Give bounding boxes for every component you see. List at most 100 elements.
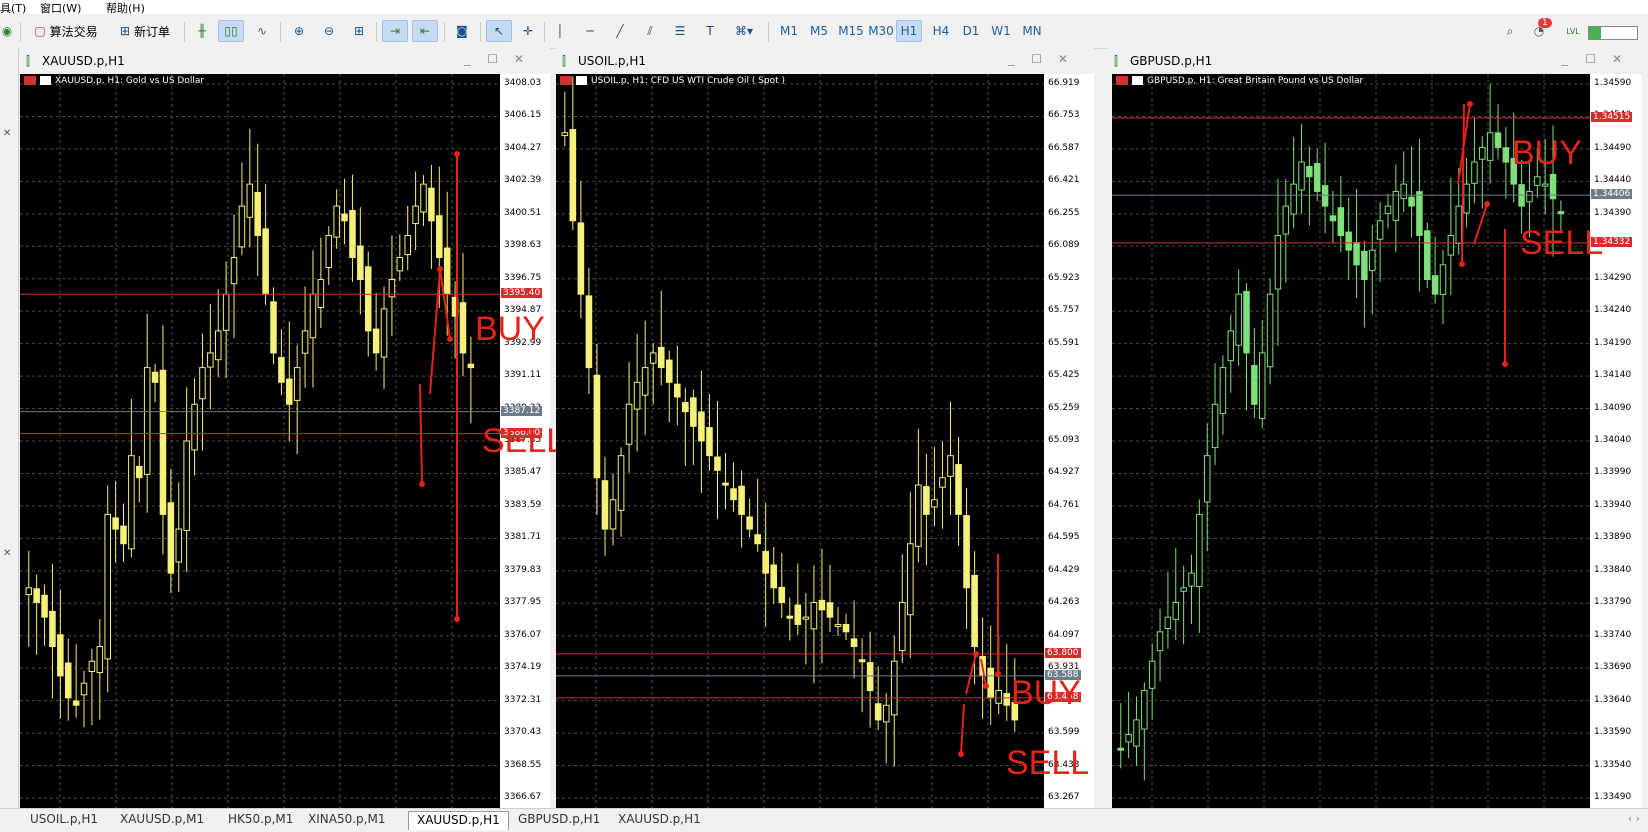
candle-body[interactable] xyxy=(923,486,930,515)
candle-body[interactable] xyxy=(412,205,419,225)
candle-body[interactable] xyxy=(585,295,593,369)
chart-tab[interactable]: USOIL.p,H1 xyxy=(22,811,106,830)
candle-body[interactable] xyxy=(364,266,372,332)
candle-body[interactable] xyxy=(802,616,810,620)
candle-body[interactable] xyxy=(41,594,48,618)
candle-body[interactable] xyxy=(262,228,269,295)
candles-svg[interactable] xyxy=(556,74,1044,808)
candle-body[interactable] xyxy=(1353,242,1360,266)
candle-body[interactable] xyxy=(746,516,753,530)
candle-body[interactable] xyxy=(649,352,657,364)
candle-body[interactable] xyxy=(1337,207,1345,236)
candle-body[interactable] xyxy=(1203,455,1211,503)
candle-body[interactable] xyxy=(396,257,404,272)
candle-body[interactable] xyxy=(1479,146,1486,160)
crosshair-icon[interactable]: ✛ xyxy=(516,20,540,42)
candle-body[interactable] xyxy=(246,183,254,218)
candle-body[interactable] xyxy=(866,662,874,692)
candle-body[interactable] xyxy=(931,499,938,508)
candle-body[interactable] xyxy=(617,455,625,511)
candle-body[interactable] xyxy=(1526,190,1533,203)
minimize-icon[interactable]: _ xyxy=(1562,52,1568,66)
candle-body[interactable] xyxy=(1243,290,1250,354)
search-icon[interactable]: ⌕ xyxy=(1500,20,1520,42)
candle-body[interactable] xyxy=(151,371,159,383)
close-icon[interactable]: ✕ xyxy=(514,52,524,66)
algo-trading-button[interactable]: ▢ 算法交易 xyxy=(28,20,104,42)
close-icon[interactable]: ✕ xyxy=(1612,52,1622,66)
candle-body[interactable] xyxy=(1439,264,1447,295)
candle-body[interactable] xyxy=(898,601,906,652)
timeframe-d1[interactable]: D1 xyxy=(958,20,984,42)
candle-body[interactable] xyxy=(722,482,729,486)
candle-body[interactable] xyxy=(1235,293,1242,346)
candle-body[interactable] xyxy=(112,517,119,530)
candle-body[interactable] xyxy=(1282,205,1290,235)
candle-body[interactable] xyxy=(301,330,309,354)
candle-body[interactable] xyxy=(1258,352,1266,419)
candle-body[interactable] xyxy=(1416,191,1423,236)
vertical-line-icon[interactable]: │ xyxy=(548,20,572,42)
candle-body[interactable] xyxy=(136,465,143,479)
candle-body[interactable] xyxy=(1329,215,1337,222)
candle-body[interactable] xyxy=(443,247,451,295)
candle-body[interactable] xyxy=(609,499,617,530)
candle-body[interactable] xyxy=(341,213,348,222)
chart-shift-icon[interactable]: ⇤ xyxy=(412,20,438,42)
candle-body[interactable] xyxy=(577,222,585,295)
candle-body[interactable] xyxy=(706,427,713,457)
auto-scroll-icon[interactable]: ⇥ xyxy=(382,20,408,42)
candle-body[interactable] xyxy=(1369,249,1376,272)
candle-body[interactable] xyxy=(80,682,88,696)
candle-body[interactable] xyxy=(143,367,151,475)
timeframe-m1[interactable]: M1 xyxy=(776,20,802,42)
candle-body[interactable] xyxy=(254,192,261,236)
candle-body[interactable] xyxy=(955,464,962,515)
candle-body[interactable] xyxy=(64,662,72,699)
new-order-button[interactable]: ⊞ 新订单 xyxy=(112,20,178,42)
chart-tab[interactable]: XAUUSD.p,H1 xyxy=(610,811,709,830)
candlestick-chart-icon[interactable]: ▯▯ xyxy=(218,20,244,42)
candle-body[interactable] xyxy=(569,129,577,222)
candle-body[interactable] xyxy=(682,401,689,413)
timeframe-m30[interactable]: M30 xyxy=(866,20,896,42)
close-icon[interactable]: ✕ xyxy=(3,548,11,559)
candle-body[interactable] xyxy=(1447,234,1455,256)
candle-body[interactable] xyxy=(372,328,380,354)
candle-body[interactable] xyxy=(1003,693,1011,706)
timeframe-h4[interactable]: H4 xyxy=(928,20,954,42)
candle-body[interactable] xyxy=(159,369,167,515)
candle-body[interactable] xyxy=(987,667,994,699)
candle-body[interactable] xyxy=(1494,132,1502,148)
signal-level-icon[interactable]: LVL xyxy=(1562,20,1584,42)
candle-body[interactable] xyxy=(1148,660,1156,689)
candle-body[interactable] xyxy=(428,187,435,222)
chart-tab[interactable]: XAUUSD.p,M1 xyxy=(112,811,212,830)
bar-chart-icon[interactable]: ╫ xyxy=(190,20,214,42)
candle-body[interactable] xyxy=(794,604,802,626)
candle-body[interactable] xyxy=(349,209,356,259)
candle-body[interactable] xyxy=(995,690,1003,704)
candle-body[interactable] xyxy=(947,455,954,477)
zoom-out-icon[interactable]: ⊖ xyxy=(318,20,340,42)
tile-windows-icon[interactable]: ⊞ xyxy=(348,20,370,42)
connect-icon[interactable]: ◉ xyxy=(0,20,14,42)
candle-body[interactable] xyxy=(199,367,206,400)
candle-body[interactable] xyxy=(1361,250,1368,281)
candle-body[interactable] xyxy=(1172,601,1180,620)
price-axis[interactable]: 1.345901.345401.344901.344401.343901.343… xyxy=(1590,74,1642,808)
candle-body[interactable] xyxy=(1156,631,1164,652)
notification-bell-icon[interactable]: ◔ 1 xyxy=(1526,18,1552,42)
candle-body[interactable] xyxy=(1557,211,1565,215)
candle-body[interactable] xyxy=(939,477,946,488)
candle-body[interactable] xyxy=(601,480,609,530)
candle-body[interactable] xyxy=(420,183,427,213)
candle-body[interactable] xyxy=(1188,572,1195,587)
minimize-icon[interactable]: _ xyxy=(1008,52,1014,66)
candle-body[interactable] xyxy=(714,456,721,471)
candle-body[interactable] xyxy=(625,403,633,445)
candle-body[interactable] xyxy=(1471,161,1478,184)
candle-body[interactable] xyxy=(128,455,135,550)
candle-body[interactable] xyxy=(818,599,826,611)
candle-body[interactable] xyxy=(810,601,818,630)
